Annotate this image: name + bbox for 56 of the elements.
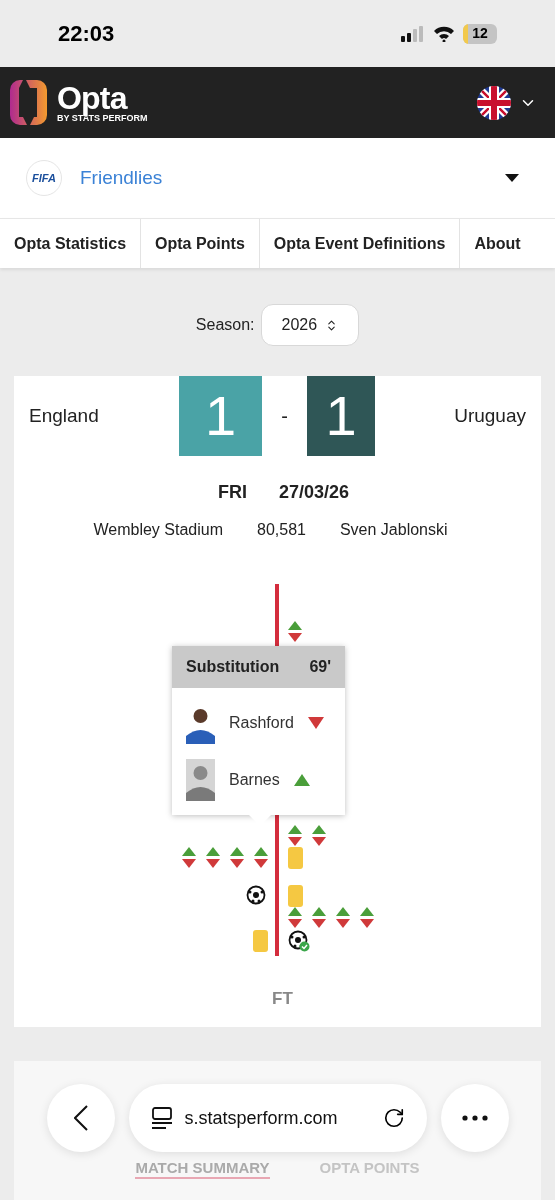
player-avatar-icon — [186, 759, 215, 801]
back-icon — [73, 1105, 88, 1131]
substitution-icon — [288, 907, 302, 929]
player-name: Barnes — [229, 770, 280, 790]
season-select[interactable]: 2026 — [260, 304, 360, 346]
tooltip-title: Substitution — [186, 657, 280, 677]
nav-tab[interactable]: Opta Event Definitions — [259, 219, 461, 268]
arrow-down-icon — [307, 717, 324, 729]
arrow-up-icon — [293, 774, 310, 786]
substitution-icon — [336, 907, 350, 929]
substitution-icon — [288, 621, 302, 643]
nav-tab[interactable]: About — [460, 219, 535, 268]
away-team: Uruguay — [453, 403, 526, 428]
dropdown-caret-icon[interactable] — [505, 174, 519, 182]
ball-check-icon — [288, 930, 310, 952]
flag-icon — [477, 85, 511, 120]
booking-card-icon — [288, 885, 303, 907]
tooltip-minute: 69' — [309, 657, 331, 677]
logo-text: Opta — [57, 82, 128, 114]
match-day: FRI — [217, 479, 247, 506]
substitution-icon — [312, 825, 326, 847]
address-bar[interactable]: s.statsperform.com — [128, 1084, 427, 1152]
booking-card-icon — [253, 930, 268, 952]
score-separator: - — [280, 404, 289, 429]
booking-card-icon — [288, 847, 303, 869]
substitution-icon — [254, 847, 268, 869]
nav-tab[interactable]: Opta Statistics — [0, 219, 142, 268]
nav-tab[interactable]: Opta Points — [141, 219, 260, 268]
substitution-icon — [288, 825, 302, 847]
away-score: 1 — [307, 376, 375, 456]
home-team: England — [29, 403, 100, 428]
substitution-icon — [206, 847, 220, 869]
home-score: 1 — [179, 376, 262, 456]
player-name: Rashford — [229, 713, 294, 733]
logo-icon — [10, 80, 47, 125]
status-time: 22:03 — [58, 20, 115, 48]
wifi-icon — [433, 25, 455, 42]
substitution-icon — [360, 907, 374, 929]
logo-subtitle: BY STATS PERFORM — [57, 114, 148, 123]
substitution-icon — [312, 907, 326, 929]
venue: Wembley Stadium — [93, 520, 223, 540]
match-date: 27/03/26 — [278, 481, 350, 504]
ball-icon — [246, 885, 268, 907]
attendance: 80,581 — [257, 520, 306, 540]
signal-icon — [401, 25, 425, 42]
substitution-icon — [182, 847, 196, 869]
full-time-label: FT — [271, 988, 293, 1010]
season-label: Season: — [195, 315, 255, 335]
more-icon — [461, 1115, 488, 1121]
referee: Sven Jablonski — [339, 520, 448, 540]
url-text: s.statsperform.com — [184, 1106, 339, 1130]
reload-icon[interactable] — [382, 1107, 405, 1129]
battery-icon: 12 — [463, 23, 497, 44]
competition-name[interactable]: Friendlies — [80, 163, 163, 193]
substitution-icon — [230, 847, 244, 869]
tab-overview-icon — [150, 1107, 173, 1129]
